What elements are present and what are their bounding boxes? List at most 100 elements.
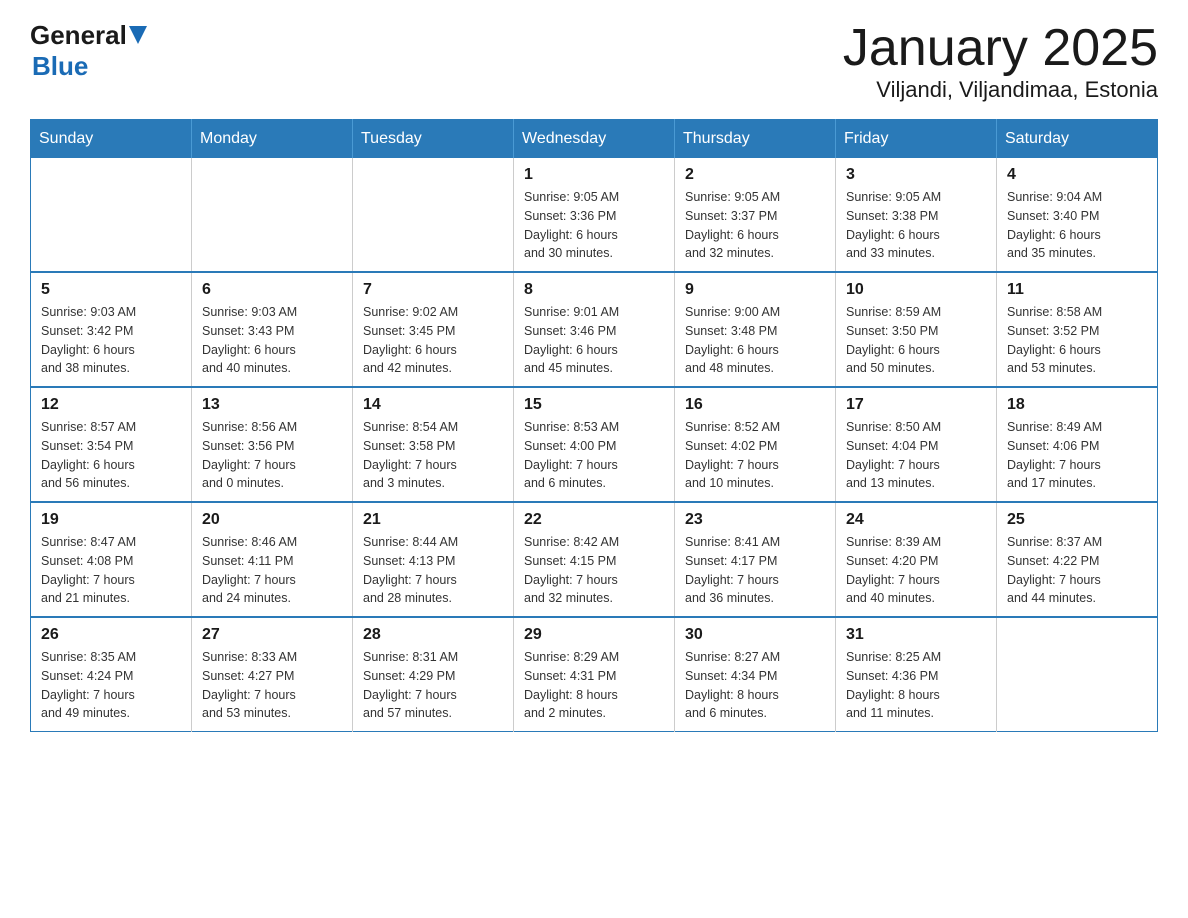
day-info: Sunrise: 8:41 AMSunset: 4:17 PMDaylight:… (685, 533, 825, 608)
day-cell (353, 158, 514, 272)
day-info: Sunrise: 9:03 AMSunset: 3:43 PMDaylight:… (202, 303, 342, 378)
day-cell: 24 Sunrise: 8:39 AMSunset: 4:20 PMDayligh… (836, 502, 997, 617)
day-number: 22 (524, 511, 664, 529)
calendar-subtitle: Viljandi, Viljandimaa, Estonia (843, 77, 1158, 103)
day-number: 30 (685, 626, 825, 644)
day-cell: 3 Sunrise: 9:05 AMSunset: 3:38 PMDaylight… (836, 158, 997, 272)
day-info: Sunrise: 8:47 AMSunset: 4:08 PMDaylight:… (41, 533, 181, 608)
day-info: Sunrise: 8:39 AMSunset: 4:20 PMDaylight:… (846, 533, 986, 608)
day-number: 1 (524, 166, 664, 184)
day-info: Sunrise: 9:05 AMSunset: 3:38 PMDaylight:… (846, 188, 986, 263)
day-cell: 26 Sunrise: 8:35 AMSunset: 4:24 PMDayligh… (31, 617, 192, 732)
day-info: Sunrise: 8:50 AMSunset: 4:04 PMDaylight:… (846, 418, 986, 493)
header-cell-monday: Monday (192, 120, 353, 159)
day-cell: 31 Sunrise: 8:25 AMSunset: 4:36 PMDayligh… (836, 617, 997, 732)
day-number: 29 (524, 626, 664, 644)
day-number: 15 (524, 396, 664, 414)
header-row: SundayMondayTuesdayWednesdayThursdayFrid… (31, 120, 1158, 159)
day-number: 19 (41, 511, 181, 529)
day-info: Sunrise: 8:27 AMSunset: 4:34 PMDaylight:… (685, 648, 825, 723)
day-info: Sunrise: 8:58 AMSunset: 3:52 PMDaylight:… (1007, 303, 1147, 378)
week-row-3: 12Sunrise: 8:57 AMSunset: 3:54 PMDayligh… (31, 387, 1158, 502)
day-number: 26 (41, 626, 181, 644)
logo: General Blue (30, 20, 147, 82)
day-info: Sunrise: 8:52 AMSunset: 4:02 PMDaylight:… (685, 418, 825, 493)
day-info: Sunrise: 9:03 AMSunset: 3:42 PMDaylight:… (41, 303, 181, 378)
day-cell: 4Sunrise: 9:04 AMSunset: 3:40 PMDaylight… (997, 158, 1158, 272)
day-info: Sunrise: 8:35 AMSunset: 4:24 PMDaylight:… (41, 648, 181, 723)
day-number: 24 (846, 511, 986, 529)
day-number: 20 (202, 511, 342, 529)
calendar-header: SundayMondayTuesdayWednesdayThursdayFrid… (31, 120, 1158, 159)
day-info: Sunrise: 9:05 AMSunset: 3:36 PMDaylight:… (524, 188, 664, 263)
day-info: Sunrise: 9:05 AMSunset: 3:37 PMDaylight:… (685, 188, 825, 263)
day-info: Sunrise: 8:31 AMSunset: 4:29 PMDaylight:… (363, 648, 503, 723)
day-info: Sunrise: 9:01 AMSunset: 3:46 PMDaylight:… (524, 303, 664, 378)
day-number: 17 (846, 396, 986, 414)
header-cell-thursday: Thursday (675, 120, 836, 159)
day-info: Sunrise: 8:25 AMSunset: 4:36 PMDaylight:… (846, 648, 986, 723)
day-cell: 6 Sunrise: 9:03 AMSunset: 3:43 PMDaylight… (192, 272, 353, 387)
header-cell-sunday: Sunday (31, 120, 192, 159)
day-number: 3 (846, 166, 986, 184)
header-cell-tuesday: Tuesday (353, 120, 514, 159)
day-number: 8 (524, 281, 664, 299)
week-row-1: 1 Sunrise: 9:05 AMSunset: 3:36 PMDaylight… (31, 158, 1158, 272)
day-cell: 27Sunrise: 8:33 AMSunset: 4:27 PMDayligh… (192, 617, 353, 732)
day-info: Sunrise: 8:42 AMSunset: 4:15 PMDaylight:… (524, 533, 664, 608)
logo-general: General (30, 20, 127, 51)
week-row-2: 5 Sunrise: 9:03 AMSunset: 3:42 PMDaylight… (31, 272, 1158, 387)
day-cell: 15 Sunrise: 8:53 AMSunset: 4:00 PMDayligh… (514, 387, 675, 502)
day-cell: 28Sunrise: 8:31 AMSunset: 4:29 PMDayligh… (353, 617, 514, 732)
day-cell: 23Sunrise: 8:41 AMSunset: 4:17 PMDayligh… (675, 502, 836, 617)
day-number: 31 (846, 626, 986, 644)
day-info: Sunrise: 8:29 AMSunset: 4:31 PMDaylight:… (524, 648, 664, 723)
calendar-body: 1 Sunrise: 9:05 AMSunset: 3:36 PMDaylight… (31, 158, 1158, 732)
week-row-5: 26 Sunrise: 8:35 AMSunset: 4:24 PMDayligh… (31, 617, 1158, 732)
day-info: Sunrise: 8:46 AMSunset: 4:11 PMDaylight:… (202, 533, 342, 608)
day-info: Sunrise: 8:56 AMSunset: 3:56 PMDaylight:… (202, 418, 342, 493)
day-cell: 17 Sunrise: 8:50 AMSunset: 4:04 PMDayligh… (836, 387, 997, 502)
day-info: Sunrise: 8:59 AMSunset: 3:50 PMDaylight:… (846, 303, 986, 378)
page-header: General Blue January 2025 Viljandi, Vilj… (30, 20, 1158, 103)
day-number: 11 (1007, 281, 1147, 299)
day-number: 2 (685, 166, 825, 184)
day-cell: 5 Sunrise: 9:03 AMSunset: 3:42 PMDaylight… (31, 272, 192, 387)
day-number: 9 (685, 281, 825, 299)
day-cell: 13 Sunrise: 8:56 AMSunset: 3:56 PMDayligh… (192, 387, 353, 502)
day-cell: 8 Sunrise: 9:01 AMSunset: 3:46 PMDaylight… (514, 272, 675, 387)
week-row-4: 19 Sunrise: 8:47 AMSunset: 4:08 PMDayligh… (31, 502, 1158, 617)
day-cell: 30 Sunrise: 8:27 AMSunset: 4:34 PMDayligh… (675, 617, 836, 732)
day-number: 6 (202, 281, 342, 299)
day-cell: 20 Sunrise: 8:46 AMSunset: 4:11 PMDayligh… (192, 502, 353, 617)
day-info: Sunrise: 8:37 AMSunset: 4:22 PMDaylight:… (1007, 533, 1147, 608)
header-cell-saturday: Saturday (997, 120, 1158, 159)
day-cell: 12Sunrise: 8:57 AMSunset: 3:54 PMDayligh… (31, 387, 192, 502)
day-cell: 14Sunrise: 8:54 AMSunset: 3:58 PMDayligh… (353, 387, 514, 502)
calendar-table: SundayMondayTuesdayWednesdayThursdayFrid… (30, 119, 1158, 732)
day-info: Sunrise: 9:02 AMSunset: 3:45 PMDaylight:… (363, 303, 503, 378)
day-info: Sunrise: 9:04 AMSunset: 3:40 PMDaylight:… (1007, 188, 1147, 263)
day-number: 13 (202, 396, 342, 414)
calendar-title: January 2025 (843, 20, 1158, 77)
day-info: Sunrise: 8:33 AMSunset: 4:27 PMDaylight:… (202, 648, 342, 723)
day-number: 10 (846, 281, 986, 299)
day-cell: 10 Sunrise: 8:59 AMSunset: 3:50 PMDayligh… (836, 272, 997, 387)
day-number: 5 (41, 281, 181, 299)
day-number: 18 (1007, 396, 1147, 414)
logo-triangle-icon (129, 26, 147, 44)
day-cell: 18 Sunrise: 8:49 AMSunset: 4:06 PMDayligh… (997, 387, 1158, 502)
day-info: Sunrise: 8:49 AMSunset: 4:06 PMDaylight:… (1007, 418, 1147, 493)
day-number: 12 (41, 396, 181, 414)
header-cell-wednesday: Wednesday (514, 120, 675, 159)
day-cell (997, 617, 1158, 732)
day-cell: 21Sunrise: 8:44 AMSunset: 4:13 PMDayligh… (353, 502, 514, 617)
day-cell: 1 Sunrise: 9:05 AMSunset: 3:36 PMDaylight… (514, 158, 675, 272)
day-info: Sunrise: 8:54 AMSunset: 3:58 PMDaylight:… (363, 418, 503, 493)
day-info: Sunrise: 8:53 AMSunset: 4:00 PMDaylight:… (524, 418, 664, 493)
day-number: 25 (1007, 511, 1147, 529)
logo-blue: Blue (32, 51, 147, 82)
day-cell: 7Sunrise: 9:02 AMSunset: 3:45 PMDaylight… (353, 272, 514, 387)
day-cell: 19 Sunrise: 8:47 AMSunset: 4:08 PMDayligh… (31, 502, 192, 617)
day-cell (192, 158, 353, 272)
